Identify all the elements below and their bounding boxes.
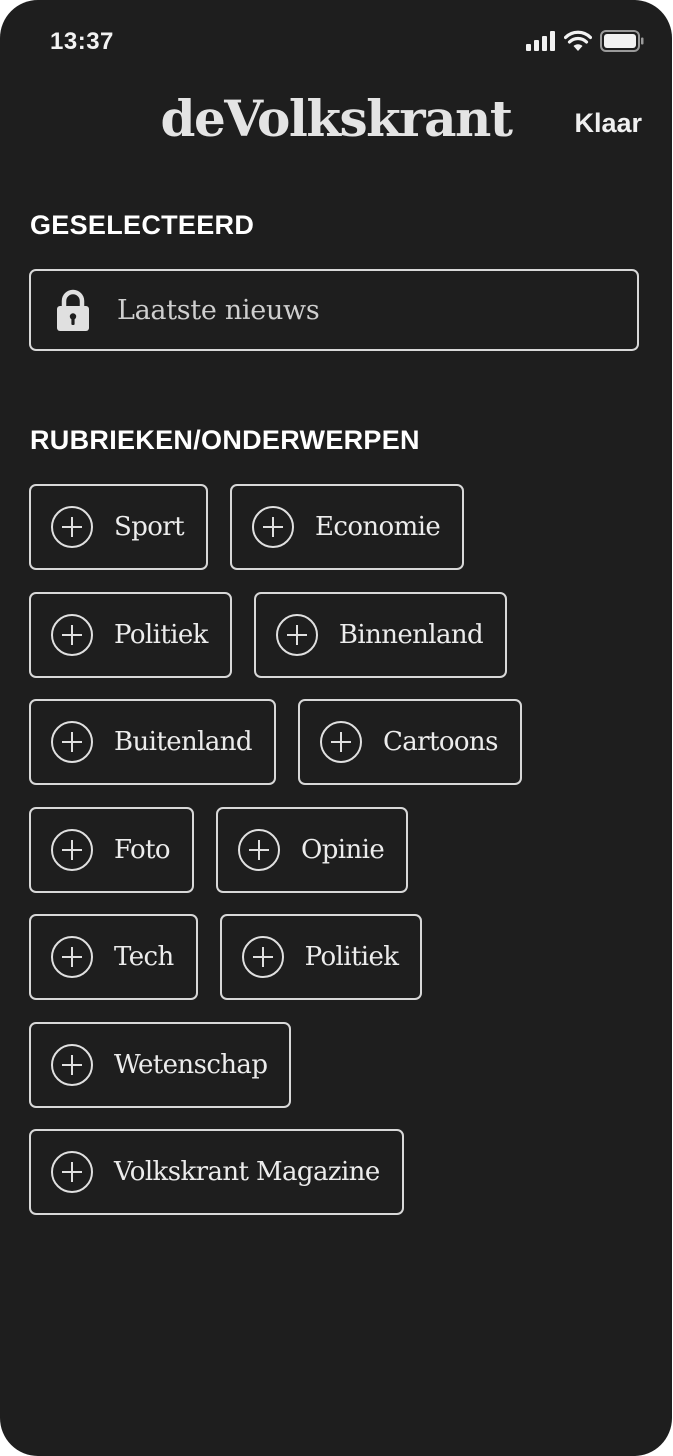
topic-chip-tech[interactable]: Tech [29, 914, 198, 1000]
topic-chip-label: Wetenschap [114, 1049, 268, 1080]
topic-chip-row: Politiek Binnenland [29, 591, 649, 678]
phone-screen: 13:37 deVolkskrant Klaar GESELECTEERD La… [0, 0, 672, 1456]
status-icons [526, 30, 644, 52]
topic-chip-label: Buitenland [114, 727, 253, 757]
plus-circle-icon [51, 613, 93, 656]
selected-heading: GESELECTEERD [30, 210, 255, 240]
topic-chip-label: Cartoons [382, 727, 498, 757]
topic-chip-volkskrant-magazine[interactable]: Volkskrant Magazine [29, 1129, 404, 1215]
battery-icon [600, 30, 644, 52]
topic-chip-row: Foto Opinie [29, 806, 649, 893]
topic-chip-cartoons[interactable]: Cartoons [297, 699, 522, 785]
plus-circle-icon [237, 828, 280, 871]
topic-chip-row: Wetenschap [29, 1021, 649, 1108]
topic-chip-sport[interactable]: Sport [29, 484, 208, 570]
plus-circle-icon [51, 1043, 93, 1086]
topic-chip-label: Tech [114, 942, 174, 972]
done-button[interactable]: Klaar [574, 108, 642, 139]
topic-chip-list: Sport Economie Politiek Binnenland Buitenlan… [29, 484, 649, 1237]
cellular-signal-icon [526, 31, 555, 51]
lock-icon [57, 289, 89, 331]
topic-chip-label: Opinie [300, 834, 385, 865]
topic-chip-foto[interactable]: Foto [29, 806, 194, 893]
topic-chip-label: Economie [315, 512, 441, 542]
topics-heading: RUBRIEKEN/ONDERWERPEN [30, 425, 420, 455]
plus-circle-icon [252, 506, 294, 548]
topic-chip-label: Politiek [304, 942, 399, 972]
topic-chip-politiek[interactable]: Politiek [29, 591, 232, 678]
app-logo: deVolkskrant [160, 89, 513, 148]
topic-chip-binnenland[interactable]: Binnenland [253, 591, 508, 678]
wifi-icon [564, 30, 592, 51]
topic-chip-row: Buitenland Cartoons [29, 699, 649, 785]
topic-chip-buitenland[interactable]: Buitenland [29, 699, 276, 785]
topic-chip-label: Politiek [114, 619, 208, 650]
status-time: 13:37 [50, 28, 114, 55]
plus-circle-icon [51, 828, 93, 871]
topic-chip-row: Volkskrant Magazine [29, 1129, 649, 1215]
topic-chip-label: Foto [114, 834, 171, 865]
plus-circle-icon [51, 506, 93, 548]
topic-chip-row: Sport Economie [29, 484, 649, 570]
plus-circle-icon [51, 1151, 93, 1193]
plus-circle-icon [275, 613, 318, 656]
topic-chip-row: Tech Politiek [29, 914, 649, 1000]
topic-chip-label: Binnenland [338, 619, 484, 650]
topic-chip-economie[interactable]: Economie [230, 484, 465, 570]
topic-chip-politiek[interactable]: Politiek [219, 914, 423, 1000]
topic-chip-wetenschap[interactable]: Wetenschap [29, 1021, 292, 1108]
topic-chip-label: Volkskrant Magazine [114, 1157, 380, 1187]
selected-item-latest-news: Laatste nieuws [29, 269, 639, 351]
topic-chip-opinie[interactable]: Opinie [215, 806, 409, 893]
plus-circle-icon [51, 721, 93, 763]
plus-circle-icon [241, 936, 284, 978]
topic-chip-label: Sport [114, 512, 185, 542]
plus-circle-icon [319, 721, 362, 763]
plus-circle-icon [51, 936, 93, 978]
selected-item-label: Laatste nieuws [117, 294, 320, 326]
